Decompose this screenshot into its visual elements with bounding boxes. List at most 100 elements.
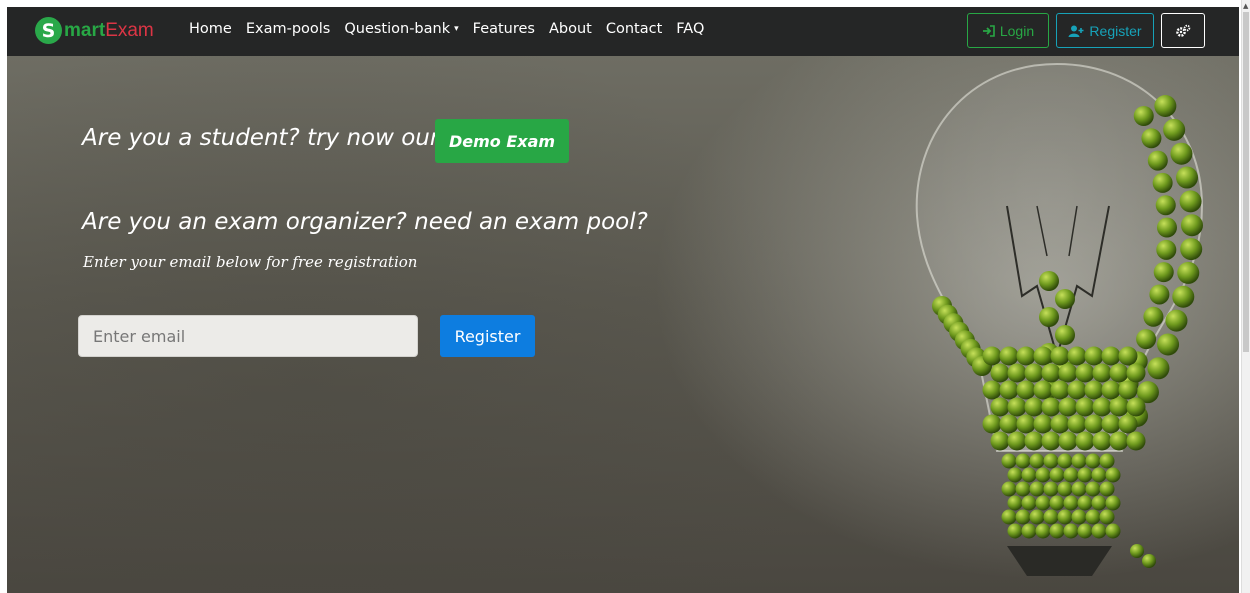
apple-decoration [1015,509,1031,525]
apple-decoration [1035,495,1051,511]
apple-decoration [1058,363,1078,383]
navbar-register-button[interactable]: Register [1056,13,1154,48]
demo-exam-button[interactable]: Demo Exam [435,119,569,163]
organizer-prompt: Are you an exam organizer? need an exam … [82,209,648,235]
apple-decoration [1071,481,1087,497]
scroll-thumb[interactable] [1243,12,1249,352]
apple-decoration [1179,190,1202,213]
nav-about-label: About [549,21,592,37]
apple-decoration [1091,495,1107,511]
apple-decoration [1149,284,1170,305]
nav-links: Home Exam-pools Question-bank ▾ Features… [189,21,718,37]
page-scrollbar[interactable]: ▲ [1241,0,1250,593]
apple-decoration [1101,346,1121,366]
apple-decoration [1077,523,1093,539]
apple-decoration [1085,453,1101,469]
apple-decoration [1172,285,1195,308]
apple-decoration [1041,363,1061,383]
apple-decoration [1007,397,1027,417]
apple-decoration [1021,467,1037,483]
nav-contact[interactable]: Contact [606,21,662,37]
apple-decoration [1092,363,1112,383]
apple-decoration [1029,481,1045,497]
nav-faq[interactable]: FAQ [676,21,704,37]
apple-decoration [1142,554,1156,568]
apple-decoration [1075,431,1095,451]
apple-decoration [1105,495,1121,511]
apple-decoration [999,380,1019,400]
nav-contact-label: Contact [605,21,663,37]
nav-features[interactable]: Features [473,21,535,37]
apple-decoration [1001,481,1017,497]
register-button[interactable]: Register [440,315,535,357]
apple-decoration [999,346,1019,366]
apple-decoration [1055,325,1075,345]
apple-decoration [1136,329,1157,350]
apple-decoration [1085,481,1101,497]
apple-decoration [1109,397,1129,417]
apple-decoration [1049,523,1065,539]
brand-mart-text: mart [64,19,106,41]
apple-decoration [1126,397,1146,417]
apple-decoration [1050,380,1070,400]
email-input[interactable] [78,315,418,357]
nav-features-label: Features [472,21,535,37]
brand-exam-text: Exam [105,19,154,41]
apple-decoration [1105,467,1121,483]
page-frame: S mart Exam Home Exam-pools Question-ban… [7,7,1239,593]
settings-button[interactable] [1161,13,1205,48]
apple-decoration [1058,397,1078,417]
nav-exam-pools[interactable]: Exam-pools [246,21,331,37]
nav-faq-label: FAQ [676,21,705,37]
apple-decoration [1180,214,1203,237]
apple-decoration [1015,481,1031,497]
nav-question-bank-dropdown[interactable]: Question-bank ▾ [344,21,458,37]
apple-decoration [1058,431,1078,451]
apple-decoration [1067,380,1087,400]
apple-decoration [1063,523,1079,539]
apple-decoration [1091,467,1107,483]
apple-decoration [1109,431,1129,451]
apple-decoration [1071,453,1087,469]
user-plus-icon [1068,25,1084,37]
apple-decoration [1147,150,1168,171]
apple-decoration [1077,467,1093,483]
apple-decoration [1099,509,1115,525]
apple-decoration [1126,431,1146,451]
apple-decoration [1050,414,1070,434]
nav-home[interactable]: Home [189,21,232,37]
nav-about[interactable]: About [549,21,592,37]
apple-decoration [1077,495,1093,511]
apple-decoration [1180,238,1203,261]
scroll-up-arrow-icon[interactable]: ▲ [1243,2,1248,10]
apple-decoration [1099,453,1115,469]
apple-decoration [1063,467,1079,483]
apple-decoration [1050,346,1070,366]
apple-decoration [1147,357,1170,380]
apple-decoration [1118,346,1138,366]
apple-decoration [1143,306,1164,327]
apple-decoration [1155,195,1176,216]
apple-decoration [990,363,1010,383]
apple-decoration [1067,346,1087,366]
nav-question-bank-label: Question-bank [344,21,451,37]
nav-home-label: Home [189,21,232,37]
apple-decoration [1001,509,1017,525]
brand-logo[interactable]: S mart Exam [35,17,154,44]
apple-decoration [1035,523,1051,539]
apple-decoration [1016,346,1036,366]
nav-exam-pools-label: Exam-pools [245,21,331,37]
apple-decoration [1101,380,1121,400]
apple-decoration [1001,453,1017,469]
apple-decoration [1176,166,1199,189]
apple-decoration [1084,414,1104,434]
apple-decoration [1057,481,1073,497]
chevron-down-icon: ▾ [454,24,459,34]
apple-decoration [1109,363,1129,383]
apple-decoration [1071,509,1087,525]
apple-decoration [1063,495,1079,511]
login-button[interactable]: Login [967,13,1049,48]
apple-decoration [1039,307,1059,327]
apple-decoration [1024,397,1044,417]
apple-decoration [1156,217,1177,238]
